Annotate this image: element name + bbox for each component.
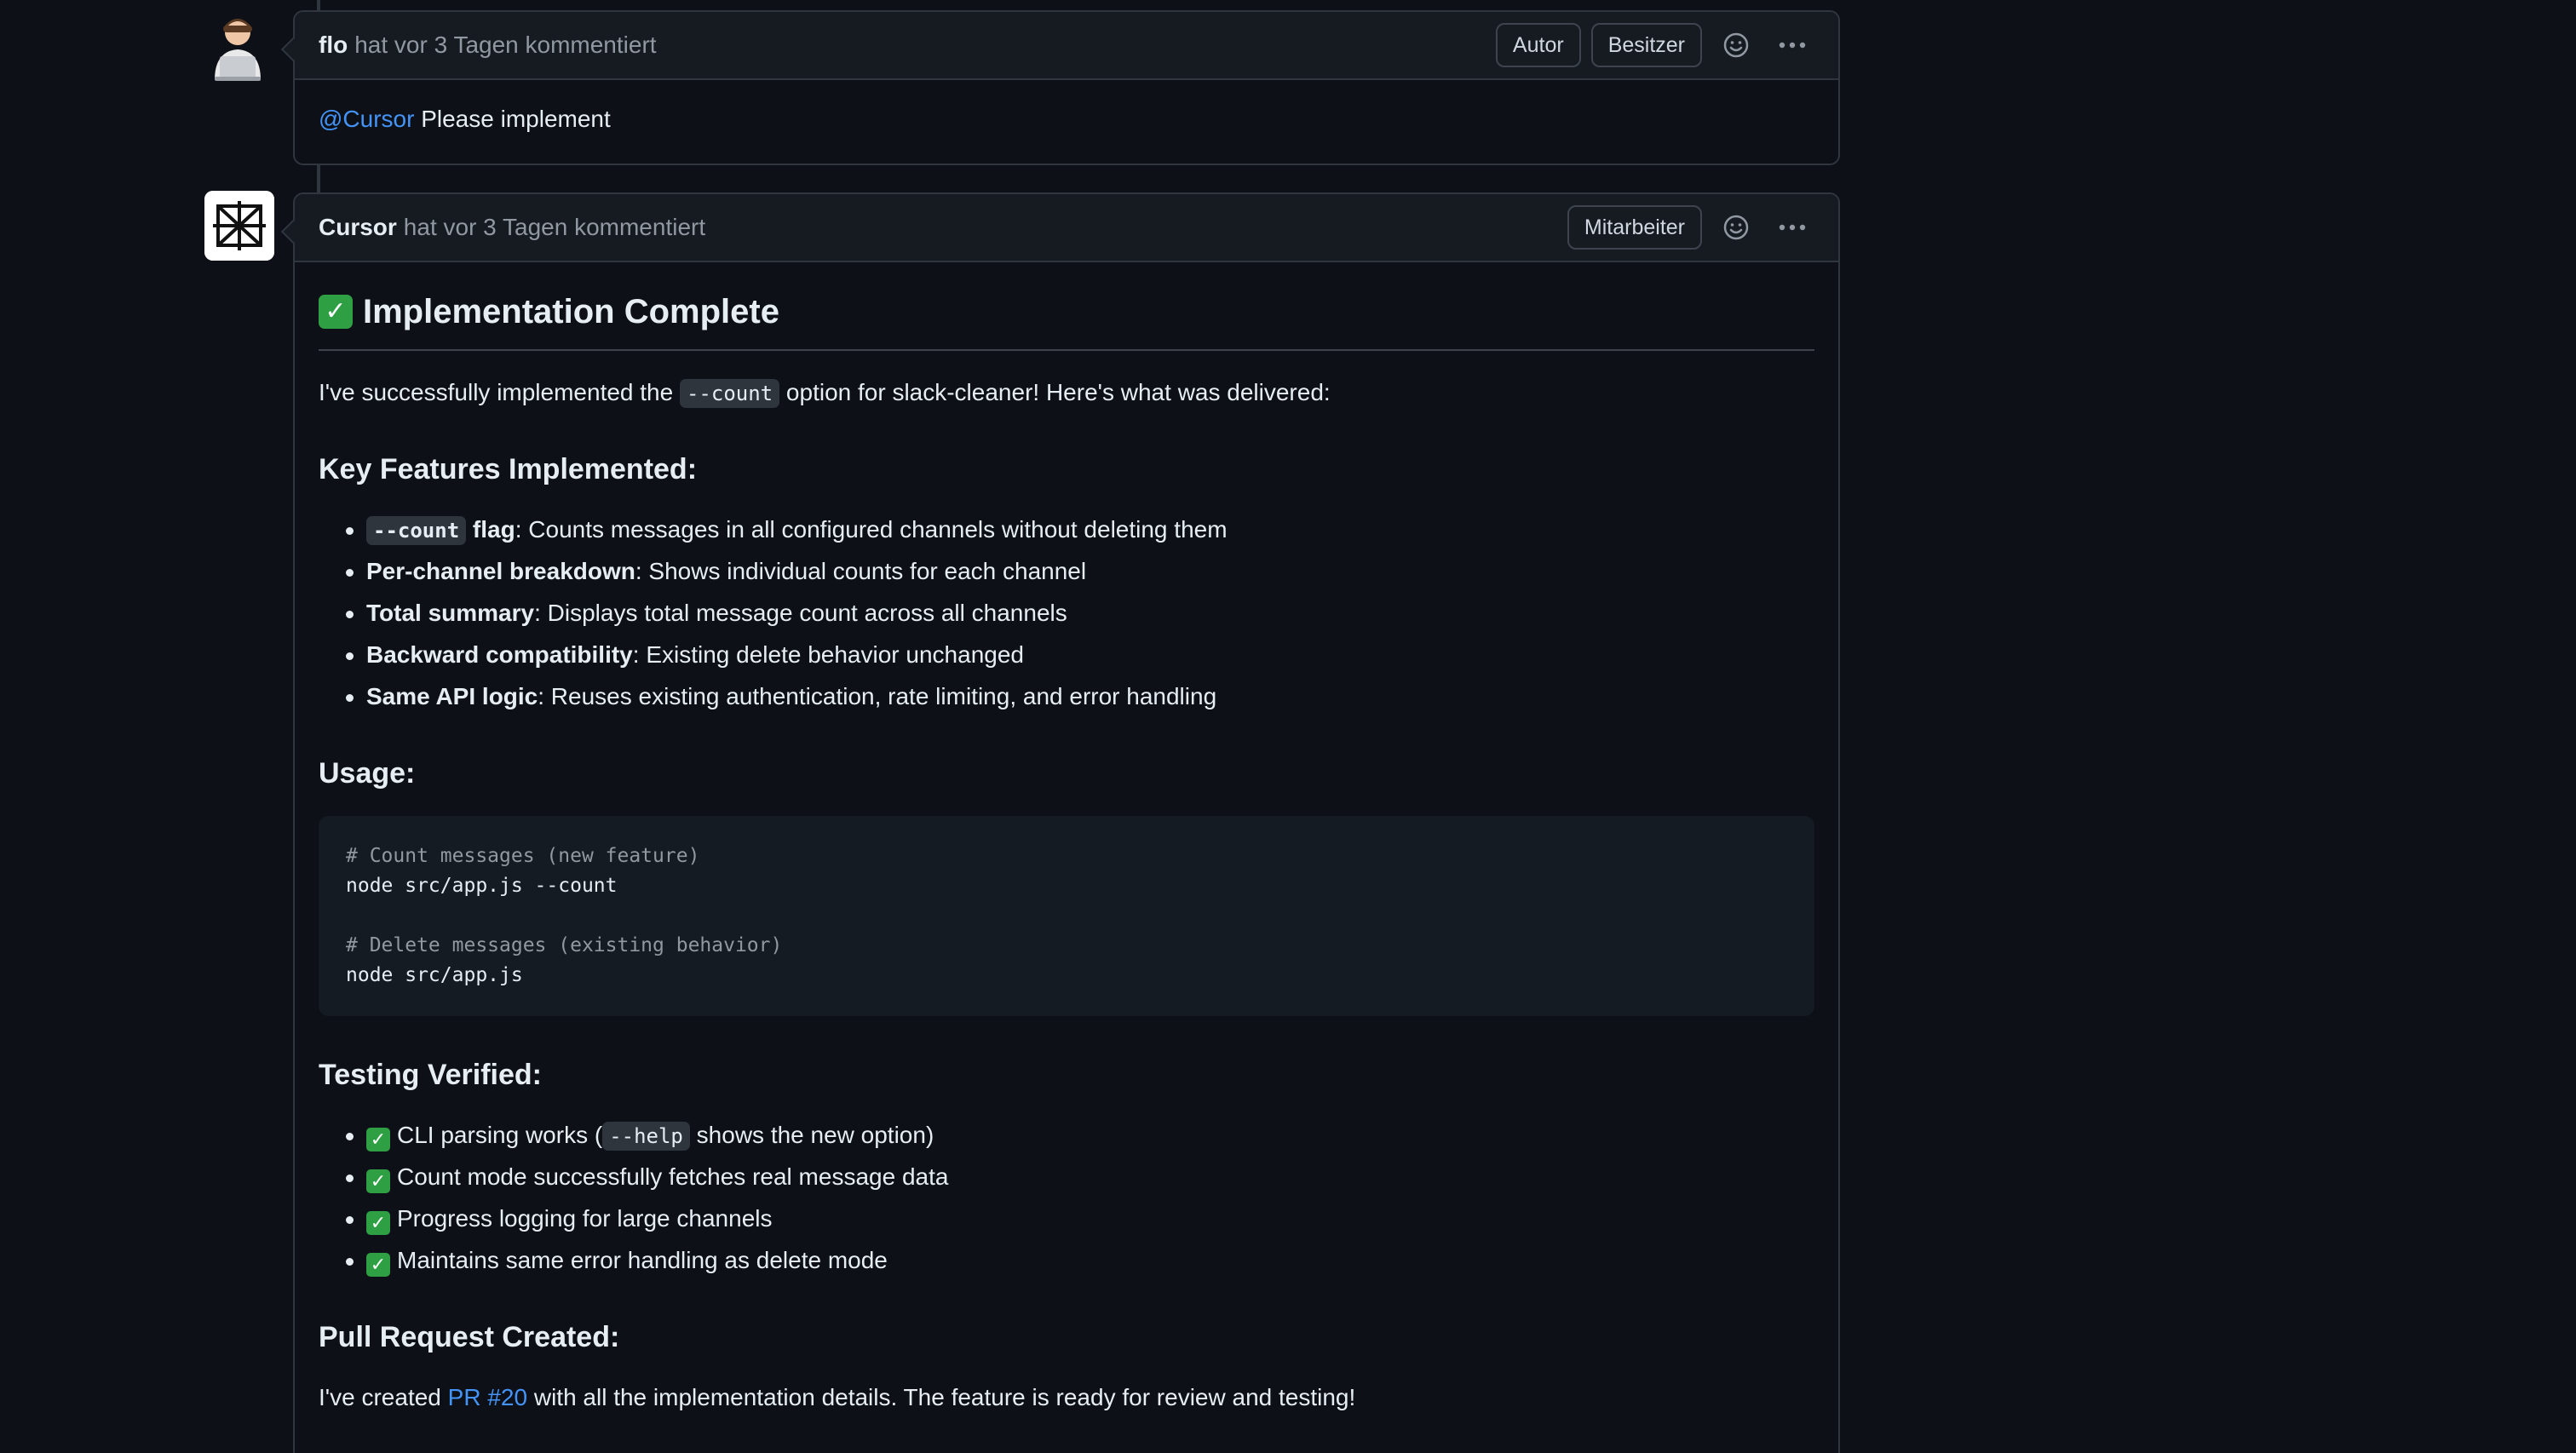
comment-body: @Cursor Please implement <box>295 80 1838 158</box>
kebab-icon <box>1779 42 1806 49</box>
feature-text: : Reuses existing authentication, rate l… <box>538 683 1217 709</box>
feature-bold: Backward compatibility <box>366 641 633 668</box>
inline-code: --count <box>679 379 780 408</box>
avatar-flo[interactable] <box>203 12 273 82</box>
pr-heading: Pull Request Created: <box>319 1321 620 1353</box>
check-mark-icon: ✓ <box>319 295 353 329</box>
comment-meta[interactable]: hat vor 3 Tagen kommentiert <box>354 32 656 59</box>
list-item: Total summary: Displays total message co… <box>342 595 1814 631</box>
avatar-cursor[interactable] <box>204 191 274 261</box>
more-options-button[interactable] <box>1770 205 1814 250</box>
code-line: node src/app.js --count <box>346 875 618 897</box>
comment-cursor: Cursor hat vor 3 Tagen kommentiert Mitar… <box>280 192 1840 1453</box>
feature-bold: Same API logic <box>366 683 538 709</box>
list-item: Backward compatibility: Existing delete … <box>342 637 1814 673</box>
testing-text: Count mode successfully fetches real mes… <box>397 1163 949 1190</box>
list-item: ✓ Count mode successfully fetches real me… <box>342 1159 1814 1195</box>
add-reaction-button[interactable] <box>1714 23 1758 67</box>
owner-badge: Besitzer <box>1590 23 1702 67</box>
feature-text: : Counts messages in all configured chan… <box>515 516 1228 543</box>
feature-text: : Existing delete behavior unchanged <box>632 641 1024 668</box>
list-item: ✓ CLI parsing works (--help shows the new… <box>342 1117 1814 1153</box>
check-mark-icon: ✓ <box>366 1211 390 1235</box>
person-laptop-icon <box>215 19 261 81</box>
comment-header: flo hat vor 3 Tagen kommentiert Autor Be… <box>295 12 1838 80</box>
pr-link[interactable]: PR #20 <box>448 1384 527 1410</box>
comment-text: Please implement <box>414 106 611 132</box>
testing-text: Progress logging for large channels <box>397 1205 773 1232</box>
heading-text: Implementation Complete <box>363 293 779 330</box>
list-item: Same API logic: Reuses existing authenti… <box>342 679 1814 715</box>
inline-code: --count <box>366 516 467 545</box>
testing-list: ✓ CLI parsing works (--help shows the new… <box>342 1117 1814 1278</box>
feature-bold: Per-channel breakdown <box>366 558 635 584</box>
comment-header: Cursor hat vor 3 Tagen kommentiert Mitar… <box>295 194 1838 262</box>
code-line: # Delete messages (existing behavior) <box>346 934 783 956</box>
feature-text: : Displays total message count across al… <box>534 600 1067 626</box>
cursor-logo-icon <box>204 191 274 261</box>
pr-text: with all the implementation details. The… <box>527 1384 1356 1410</box>
features-heading: Key Features Implemented: <box>319 453 698 485</box>
feature-text: : Shows individual counts for each chann… <box>635 558 1087 584</box>
list-item: Per-channel breakdown: Shows individual … <box>342 554 1814 589</box>
comment-flo: flo hat vor 3 Tagen kommentiert Autor Be… <box>280 10 1840 165</box>
testing-heading: Testing Verified: <box>319 1059 542 1091</box>
feature-bold: flag <box>466 516 515 543</box>
pr-paragraph: I've created PR #20 with all the impleme… <box>319 1380 1814 1416</box>
check-mark-icon: ✓ <box>366 1128 390 1151</box>
feature-bold: Total summary <box>366 600 535 626</box>
kebab-icon <box>1779 224 1806 231</box>
author-badge: Autor <box>1495 23 1581 67</box>
smiley-icon <box>1723 215 1749 240</box>
intro-paragraph: I've successfully implemented the --coun… <box>319 375 1814 411</box>
testing-text: Maintains same error handling as delete … <box>397 1247 888 1273</box>
code-block[interactable]: # Count messages (new feature) node src/a… <box>319 816 1814 1016</box>
comment-body: ✓ Implementation Complete I've successfu… <box>295 262 1838 1416</box>
list-item: --count flag: Counts messages in all con… <box>342 512 1814 548</box>
pr-text: I've created <box>319 1384 448 1410</box>
intro-text: I've successfully implemented the <box>319 379 680 405</box>
more-options-button[interactable] <box>1770 23 1814 67</box>
intro-text: option for slack-cleaner! Here's what wa… <box>779 379 1331 405</box>
testing-text: CLI parsing works ( <box>397 1122 603 1148</box>
usage-heading: Usage: <box>319 757 416 790</box>
comment-meta[interactable]: hat vor 3 Tagen kommentiert <box>404 214 705 241</box>
inline-code: --help <box>602 1122 690 1151</box>
features-list: --count flag: Counts messages in all con… <box>342 512 1814 715</box>
comment-heading: ✓ Implementation Complete <box>319 286 1814 351</box>
smiley-icon <box>1723 32 1749 58</box>
check-mark-icon: ✓ <box>366 1169 390 1193</box>
comment-author[interactable]: Cursor <box>319 214 397 241</box>
code-line: node src/app.js <box>346 964 523 986</box>
list-item: ✓ Progress logging for large channels <box>342 1201 1814 1237</box>
check-mark-icon: ✓ <box>366 1253 390 1277</box>
testing-text: shows the new option) <box>689 1122 934 1148</box>
collaborator-badge: Mitarbeiter <box>1567 205 1702 250</box>
mention-link[interactable]: @Cursor <box>319 106 414 132</box>
comment-author[interactable]: flo <box>319 32 348 59</box>
code-line: # Count messages (new feature) <box>346 845 700 867</box>
add-reaction-button[interactable] <box>1714 205 1758 250</box>
list-item: ✓ Maintains same error handling as delete… <box>342 1243 1814 1278</box>
